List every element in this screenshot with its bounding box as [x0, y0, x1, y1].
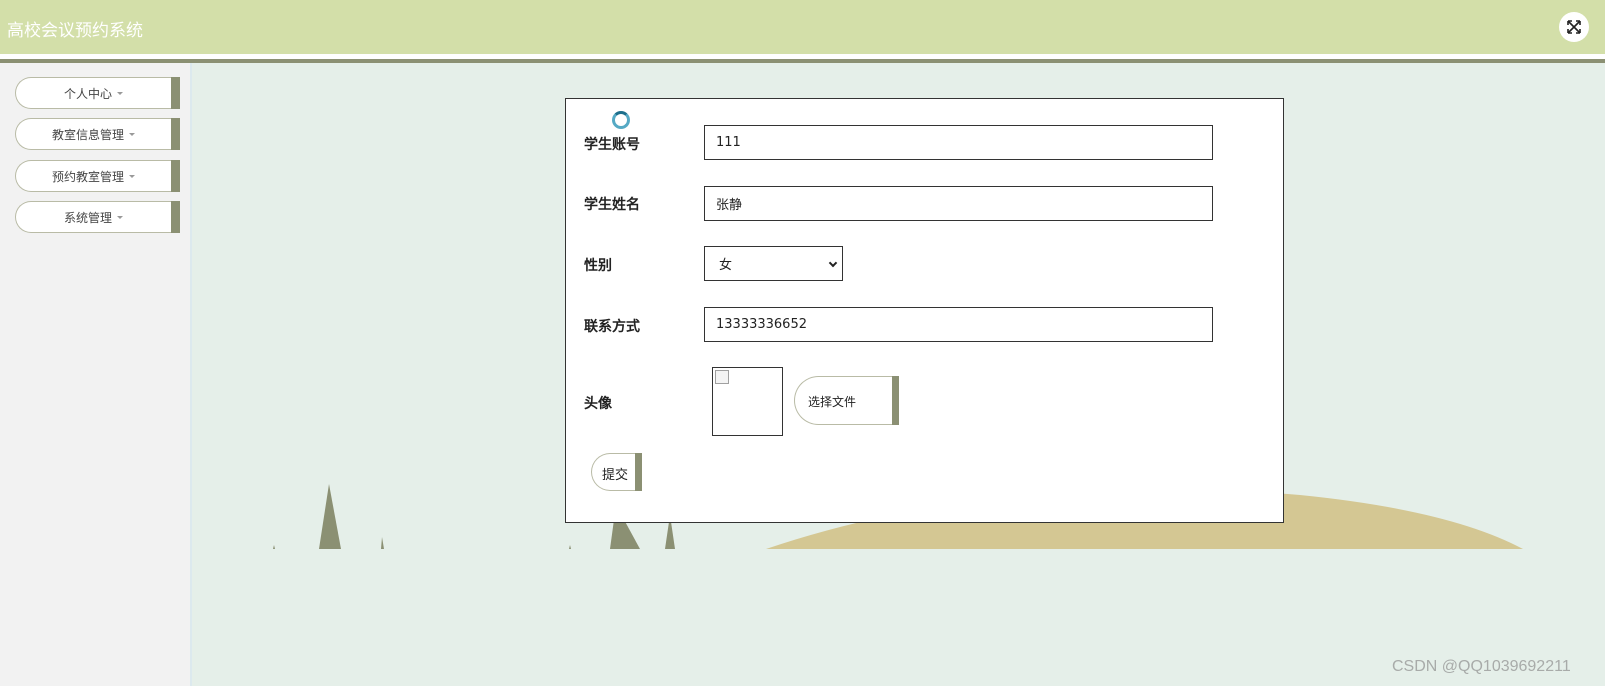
button-accent-bar [892, 376, 899, 425]
gender-label: 性别 [584, 258, 612, 274]
phone-input[interactable] [704, 307, 1213, 342]
avatar-preview [712, 367, 783, 436]
broken-image-icon [715, 370, 729, 384]
button-accent-bar [635, 453, 642, 491]
tree-shape [569, 545, 571, 549]
submit-label: 提交 [602, 468, 629, 483]
avatar-label: 头像 [584, 396, 612, 412]
gender-select[interactable]: 女 [704, 246, 843, 281]
choose-file-label: 选择文件 [808, 395, 857, 409]
account-input[interactable] [704, 125, 1213, 160]
tree-shape [273, 545, 275, 549]
phone-label: 联系方式 [584, 319, 640, 335]
gender-selected-value: 女 [719, 258, 733, 273]
tree-shape [319, 484, 341, 549]
watermark: CSDN @QQ1039692211 [1392, 658, 1571, 675]
tree-shape [381, 537, 384, 549]
name-label: 学生姓名 [584, 197, 640, 213]
choose-file-button[interactable]: 选择文件 [794, 376, 899, 425]
account-label: 学生账号 [584, 137, 640, 153]
loading-spinner-icon [612, 111, 630, 129]
submit-button[interactable]: 提交 [591, 453, 642, 491]
name-input[interactable] [704, 186, 1213, 221]
chevron-down-icon [828, 258, 838, 268]
